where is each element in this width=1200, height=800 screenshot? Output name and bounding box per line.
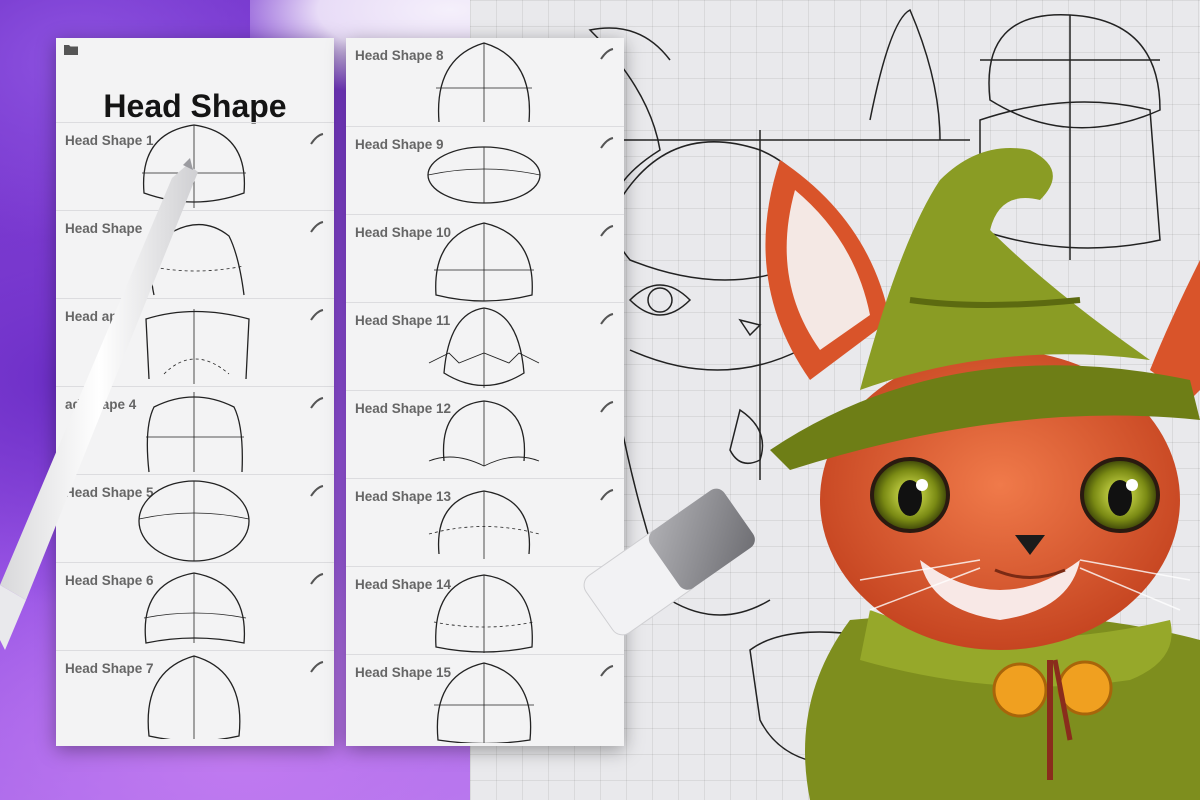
brush-item-head-shape-15[interactable]: Head Shape 15 [346, 654, 624, 747]
head-shape-preview [428, 307, 540, 388]
brush-stroke-icon [600, 313, 614, 325]
head-shape-preview [434, 222, 534, 302]
brush-stroke-icon [310, 133, 324, 145]
head-shape-preview [142, 124, 246, 208]
brush-item-head-shape-11[interactable]: Head Shape 11 [346, 302, 624, 391]
brush-stroke-icon [600, 137, 614, 149]
brush-item-head-shape-12[interactable]: Head Shape 12 [346, 390, 624, 479]
brush-stroke-icon [310, 309, 324, 321]
brushes-panel-left: Head Shape Head Shape 1 Head Shape Head … [56, 38, 334, 746]
brush-item-head-shape-5[interactable]: Head Shape 5 [56, 474, 334, 563]
head-shape-preview [146, 392, 244, 473]
brush-label: ad Shape 4 [65, 397, 137, 412]
head-shape-preview [427, 146, 541, 204]
head-shape-preview [436, 42, 532, 123]
brush-stroke-icon [600, 48, 614, 60]
brush-item-head-shape-7[interactable]: Head Shape 7 [56, 650, 334, 747]
brush-item-head-shape-6[interactable]: Head Shape 6 [56, 562, 334, 651]
brush-stroke-icon [600, 401, 614, 413]
brush-item-head-shape-8[interactable]: Head Shape 8 [346, 38, 624, 126]
head-shape-preview [138, 480, 250, 562]
brush-item-head-shape-4[interactable]: ad Shape 4 [56, 386, 334, 475]
brush-item-head-shape-9[interactable]: Head Shape 9 [346, 126, 624, 215]
brush-stroke-icon [600, 665, 614, 677]
head-shape-preview [145, 309, 250, 384]
head-shape-preview [147, 655, 241, 739]
eraser [583, 488, 755, 636]
brush-item-head-shape-2[interactable]: Head Shape [56, 210, 334, 299]
fox-character-illustration [765, 148, 1200, 800]
head-shape-preview [148, 224, 245, 296]
brush-item-head-shape-10[interactable]: Head Shape 10 [346, 214, 624, 303]
head-shape-preview [428, 490, 540, 559]
brush-stroke-icon [310, 221, 324, 233]
panel-title: Head Shape [103, 88, 287, 124]
head-shape-preview [143, 572, 247, 644]
brush-stroke-icon [600, 225, 614, 237]
brush-item-head-shape-3[interactable]: Head ape 3 [56, 298, 334, 387]
brush-stroke-icon [310, 485, 324, 497]
brush-stroke-icon [310, 573, 324, 585]
head-shape-preview [433, 574, 535, 653]
brush-stroke-icon [310, 661, 324, 673]
folder-icon[interactable] [64, 44, 78, 55]
head-shape-preview [428, 400, 540, 467]
brush-label: Head Shape [65, 221, 143, 236]
brush-label: Head ape 3 [65, 309, 137, 324]
brush-stroke-icon [310, 397, 324, 409]
head-shape-preview [434, 662, 534, 743]
brush-item-head-shape-1[interactable]: Head Shape 1 [56, 122, 334, 211]
